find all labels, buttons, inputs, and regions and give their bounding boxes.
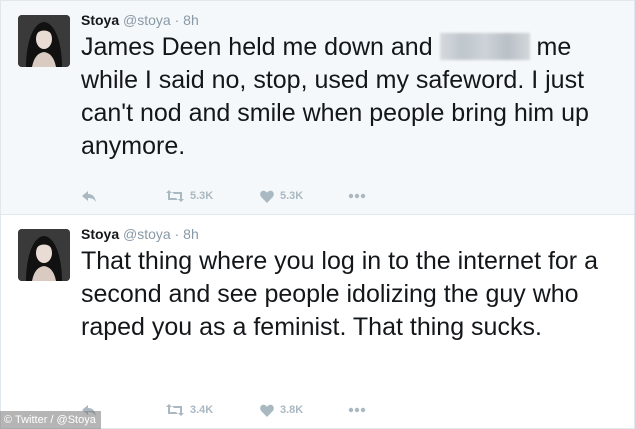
more-button[interactable] (348, 407, 366, 413)
separator: · (174, 226, 180, 242)
tweet-text-part: James Deen held me down and (81, 33, 433, 61)
like-count: 5.3K (280, 190, 304, 202)
like-button[interactable]: 3.8K (260, 404, 348, 417)
heart-icon (260, 404, 274, 417)
more-icon (348, 193, 366, 199)
image-credit: © Twitter / @Stoya (0, 411, 101, 429)
retweet-count: 5.3K (190, 190, 214, 202)
tweet-header: Stoya @stoya · 8h (81, 11, 199, 29)
tweet[interactable]: Stoya @stoya · 8h That thing where you l… (0, 214, 635, 429)
tweet-text: James Deen held me down and me while I s… (81, 31, 626, 163)
more-icon (348, 407, 366, 413)
reply-icon (82, 191, 96, 202)
timestamp[interactable]: 8h (183, 12, 199, 28)
redacted-word (439, 32, 530, 60)
tweet[interactable]: Stoya @stoya · 8h James Deen held me dow… (0, 0, 635, 215)
retweet-icon (166, 190, 184, 202)
tweet-header: Stoya @stoya · 8h (81, 225, 199, 243)
like-button[interactable]: 5.3K (260, 190, 348, 203)
retweet-button[interactable]: 5.3K (166, 190, 260, 202)
user-handle[interactable]: @stoya (123, 12, 171, 28)
like-count: 3.8K (280, 404, 304, 416)
user-handle[interactable]: @stoya (123, 226, 171, 242)
display-name[interactable]: Stoya (81, 12, 119, 28)
tweet-actions: 3.4K 3.8K (81, 400, 366, 420)
retweet-icon (166, 404, 184, 416)
avatar[interactable] (18, 15, 70, 67)
more-button[interactable] (348, 193, 366, 199)
reply-button[interactable] (81, 189, 166, 203)
avatar[interactable] (18, 229, 70, 281)
tweet-actions: 5.3K 5.3K (81, 186, 366, 206)
retweet-count: 3.4K (190, 404, 214, 416)
timestamp[interactable]: 8h (183, 226, 199, 242)
tweet-text: That thing where you log in to the inter… (81, 247, 598, 341)
display-name[interactable]: Stoya (81, 226, 119, 242)
heart-icon (260, 190, 274, 203)
retweet-button[interactable]: 3.4K (166, 404, 260, 416)
separator: · (174, 12, 180, 28)
